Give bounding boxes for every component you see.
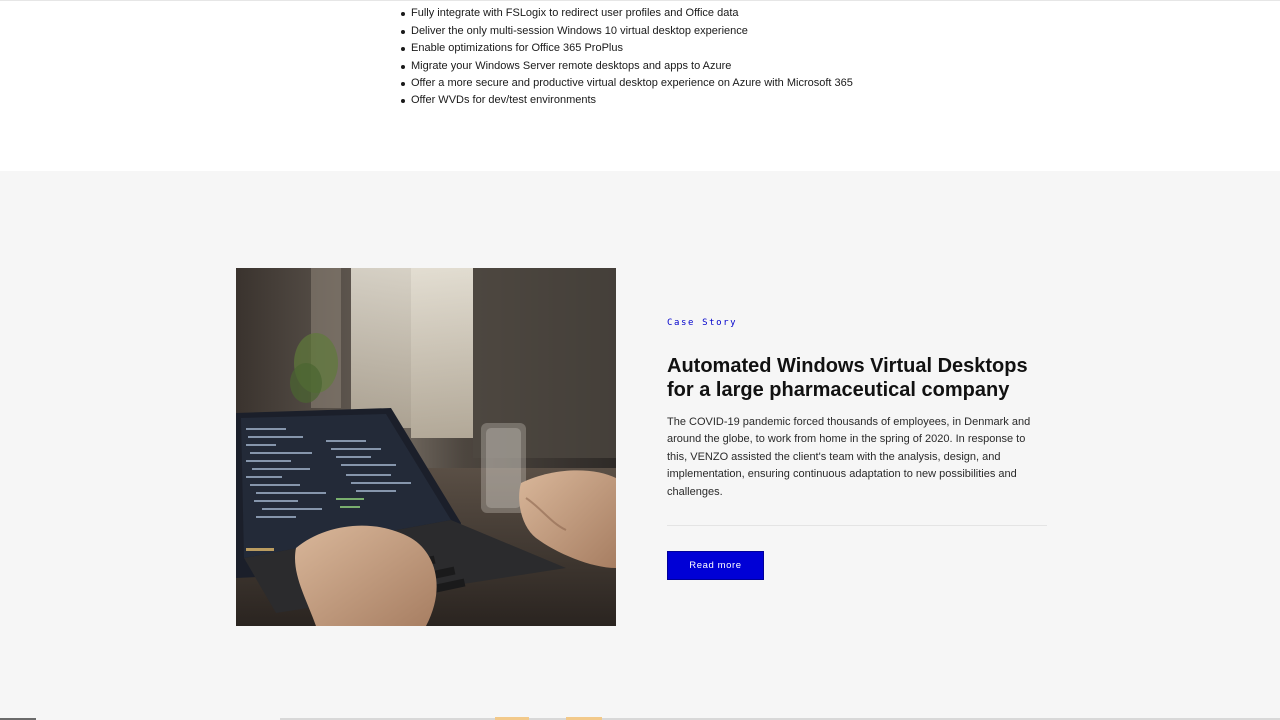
case-story-section: Case Story Automated Windows Virtual Des… (0, 171, 1280, 720)
features-section: Fully integrate with FSLogix to redirect… (0, 0, 1280, 171)
case-story-title-line1: Automated Windows Virtual Desktops (667, 355, 1028, 377)
case-story-title-line2: for a large pharmaceutical company (667, 379, 1010, 401)
case-story-divider (667, 525, 1047, 527)
read-more-button[interactable]: Read more (667, 551, 764, 581)
feature-item: Deliver the only multi-session Windows 1… (401, 23, 853, 40)
case-story-description: The COVID-19 pandemic forced thousands o… (667, 416, 1031, 498)
feature-item: Offer a more secure and productive virtu… (401, 75, 853, 92)
case-story-eyebrow: Case Story (667, 318, 738, 328)
feature-item: Fully integrate with FSLogix to redirect… (401, 5, 853, 22)
case-story-title: Automated Windows Virtual Desktops for a… (667, 354, 1047, 402)
feature-list: Fully integrate with FSLogix to redirect… (399, 0, 853, 110)
feature-item: Offer WVDs for dev/test environments (401, 92, 853, 109)
feature-item: Migrate your Windows Server remote deskt… (401, 58, 853, 75)
case-story-image (236, 268, 616, 626)
feature-item: Enable optimizations for Office 365 ProP… (401, 40, 853, 57)
case-story-content: Case Story Automated Windows Virtual Des… (667, 317, 1047, 581)
